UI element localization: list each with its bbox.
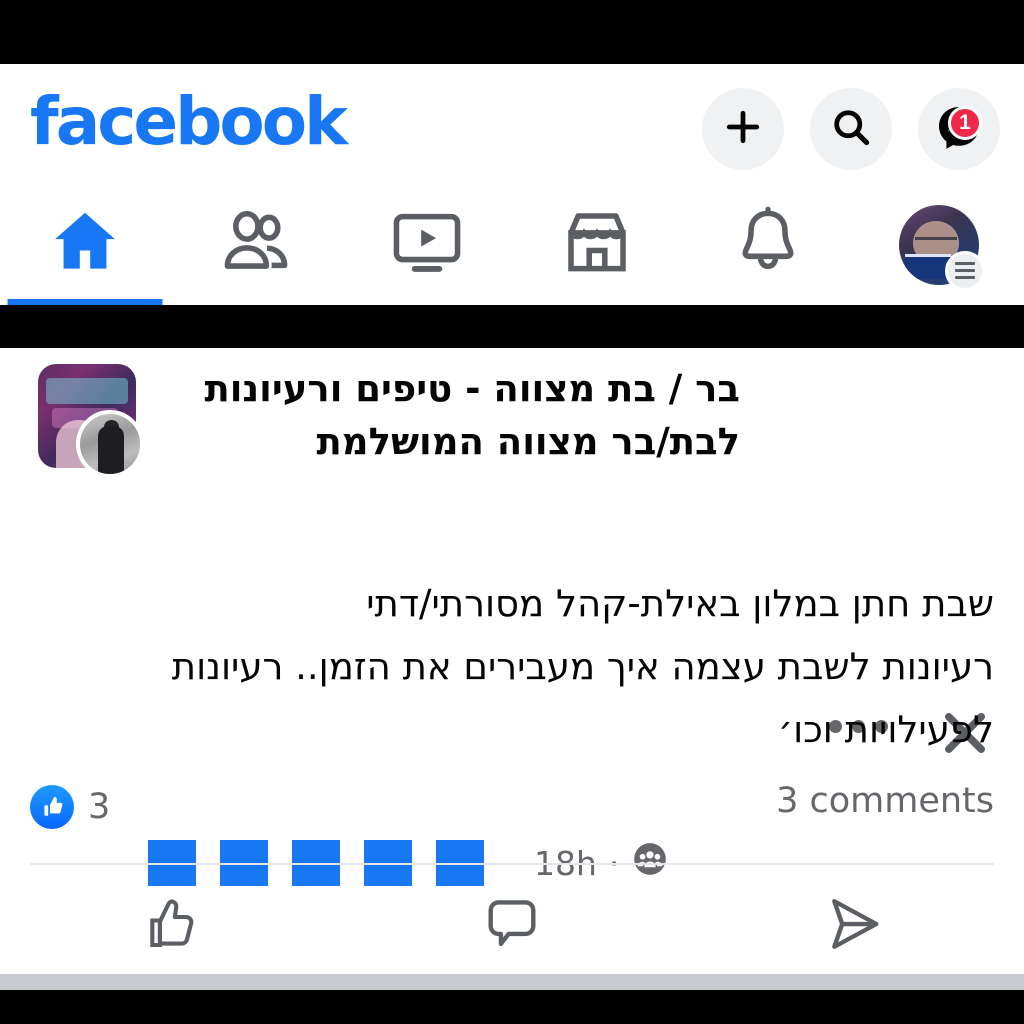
- nav-tab-menu[interactable]: [853, 184, 1024, 305]
- facebook-wordmark[interactable]: facebook: [30, 84, 348, 160]
- video-icon: [388, 203, 466, 286]
- nav-tab-notifications[interactable]: [683, 184, 854, 305]
- nav-tab-watch[interactable]: [341, 184, 512, 305]
- avatar-glasses: [914, 236, 957, 250]
- author-avatar-body: [98, 426, 124, 474]
- thumbs-up-filled-icon: [30, 785, 74, 829]
- letterbox-middle: [0, 305, 1024, 348]
- store-icon: [558, 203, 636, 286]
- messenger-button[interactable]: 1: [918, 88, 1000, 170]
- letterbox-bottom: [0, 990, 1024, 1024]
- comment-bubble-icon: [477, 889, 547, 964]
- create-button[interactable]: [702, 88, 784, 170]
- reaction-summary[interactable]: 3: [30, 785, 110, 829]
- nav-tab-marketplace[interactable]: [512, 184, 683, 305]
- search-button[interactable]: [810, 88, 892, 170]
- search-icon: [829, 105, 873, 154]
- comment-button[interactable]: [341, 878, 682, 974]
- post-card: בר / בת מצווה - טיפים ורעיונות לבת/בר מצ…: [0, 348, 1024, 974]
- friends-icon: [217, 203, 295, 286]
- avatar-menu-icon[interactable]: [898, 204, 985, 291]
- app-bar: facebook 1: [0, 64, 1024, 184]
- screen: facebook 1 בר / בת מצווה - טיפים ורעיונו…: [0, 0, 1024, 1024]
- thumbs-up-outline-icon: [136, 889, 206, 964]
- nav-tab-friends[interactable]: [171, 184, 342, 305]
- bell-icon: [729, 203, 807, 286]
- share-button[interactable]: [683, 878, 1024, 974]
- avatar-background-detail: [904, 253, 951, 279]
- bottom-gray-strip: [0, 974, 1024, 990]
- post-divider: [30, 863, 994, 865]
- comments-count[interactable]: 3 comments: [776, 781, 994, 821]
- post-body-text: שבת חתן במלון באילת-קהל מסורתי/דתי רעיונ…: [171, 582, 994, 751]
- group-avatar-detail-1: [46, 378, 128, 404]
- nav-tabs: [0, 184, 1024, 305]
- reaction-count: 3: [88, 787, 111, 827]
- plus-icon: [721, 105, 765, 154]
- author-avatar-overlay[interactable]: [76, 410, 144, 478]
- like-button[interactable]: [0, 878, 341, 974]
- hamburger-menu-icon[interactable]: [944, 250, 985, 291]
- nav-tab-home[interactable]: [0, 184, 171, 305]
- post-action-bar: [0, 878, 1024, 974]
- letterbox-top: [0, 0, 1024, 64]
- group-name[interactable]: בר / בת מצווה - טיפים ורעיונות לבת/בר מצ…: [148, 362, 740, 468]
- messenger-badge: 1: [948, 106, 982, 140]
- share-send-icon: [818, 889, 888, 964]
- post-counts-row: 3 3 comments: [0, 781, 1024, 855]
- home-icon: [46, 203, 124, 286]
